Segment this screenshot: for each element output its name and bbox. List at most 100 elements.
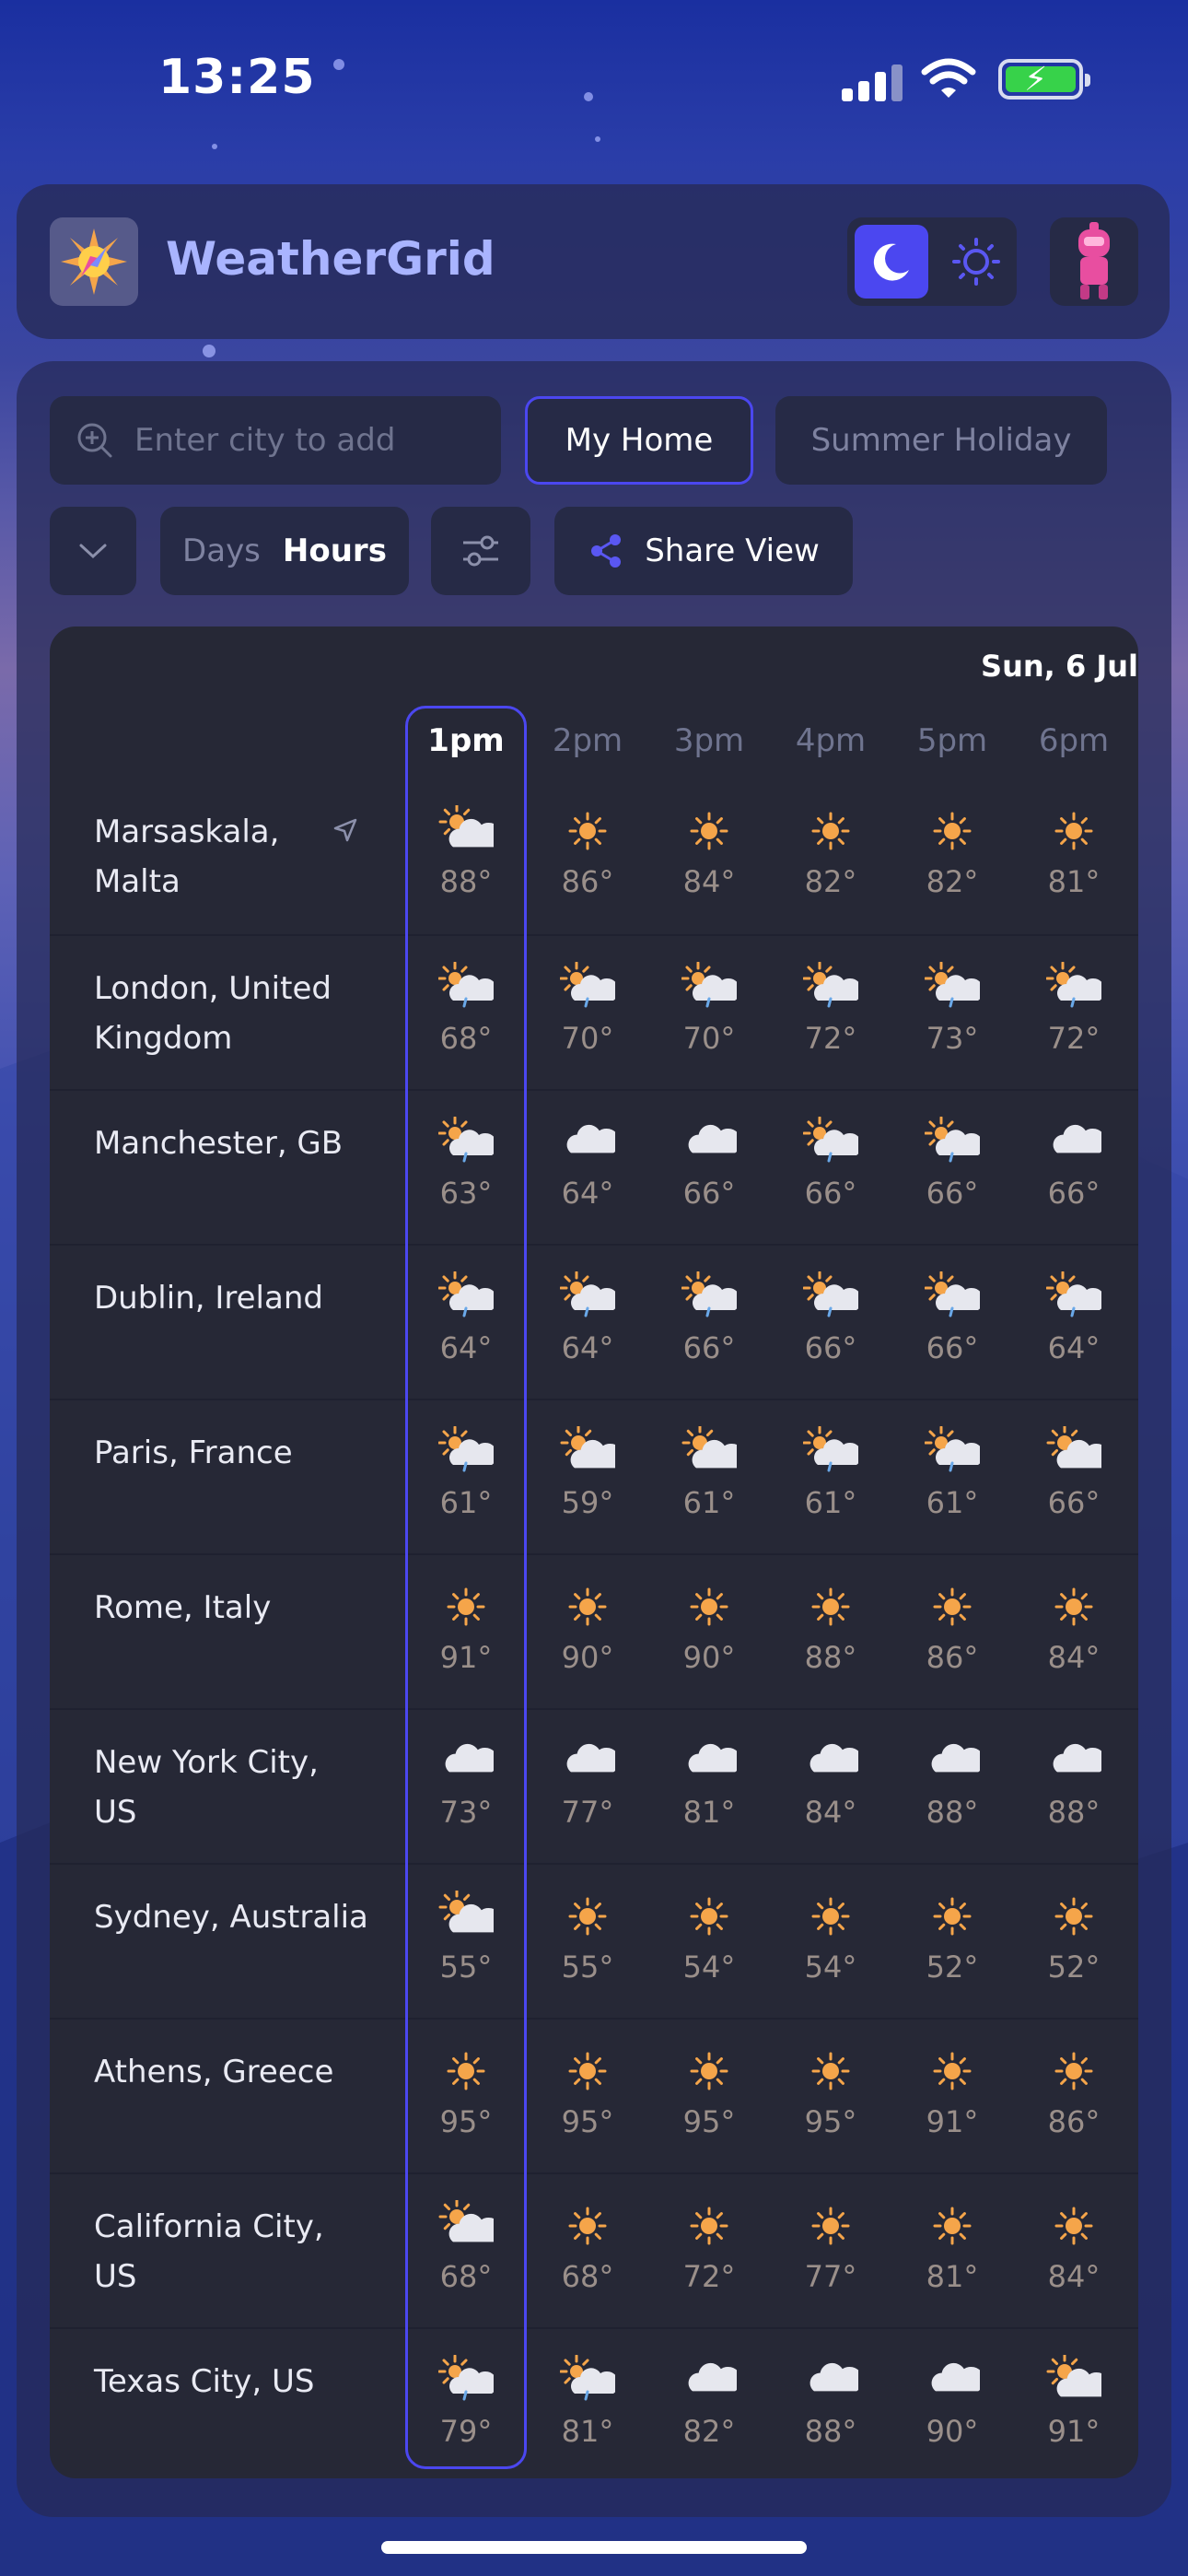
forecast-cell[interactable]: 66° (770, 1271, 891, 1382)
forecast-cell[interactable]: 79° (405, 2355, 527, 2465)
forecast-cell[interactable]: 81° (527, 2355, 648, 2465)
city-row[interactable]: Marsaskala, Malta 88° 86° 84° 82° 82° 81° (50, 779, 1138, 934)
forecast-cell[interactable]: 95° (405, 2045, 527, 2156)
forecast-cell[interactable]: 66° (648, 1271, 770, 1382)
forecast-cell[interactable]: 66° (891, 1117, 1013, 1227)
forecast-cell[interactable]: 64° (527, 1271, 648, 1382)
city-row[interactable]: California City, US 68° 68° 72° 77° 81° 84° (50, 2172, 1138, 2327)
forecast-cell[interactable]: 68° (405, 2200, 527, 2311)
forecast-cell[interactable]: 64° (527, 1117, 648, 1227)
city-row[interactable]: Dublin, Ireland 64° 64° 66° 66° 66° 64° (50, 1244, 1138, 1399)
forecast-cell[interactable]: 61° (405, 1426, 527, 1537)
sun-rain-icon (891, 1271, 1013, 1323)
hours-option[interactable]: Hours (283, 533, 387, 569)
forecast-cell[interactable]: 61° (891, 1426, 1013, 1537)
hour-header-2pm[interactable]: 2pm (527, 722, 648, 759)
forecast-cell[interactable]: 84° (1013, 2200, 1135, 2311)
forecast-cell[interactable]: 90° (527, 1581, 648, 1692)
forecast-cell[interactable]: 59° (527, 1426, 648, 1537)
city-row[interactable]: Manchester, GB 63° 64° 66° 66° 66° 66° (50, 1089, 1138, 1244)
forecast-cell[interactable]: 66° (1013, 1117, 1135, 1227)
hour-header-6pm[interactable]: 6pm (1013, 722, 1135, 759)
forecast-cell[interactable]: 73° (891, 962, 1013, 1072)
hour-header-4pm[interactable]: 4pm (770, 722, 891, 759)
forecast-cell[interactable]: 95° (527, 2045, 648, 2156)
forecast-cell[interactable]: 90° (891, 2355, 1013, 2465)
days-option[interactable]: Days (182, 533, 261, 569)
forecast-cell[interactable]: 64° (1013, 1271, 1135, 1382)
forecast-cell[interactable]: 88° (770, 1581, 891, 1692)
forecast-cell[interactable]: 90° (648, 1581, 770, 1692)
forecast-cell[interactable]: 66° (891, 1271, 1013, 1382)
light-mode-button[interactable] (943, 225, 1009, 299)
view-tab-my-home[interactable]: My Home (525, 396, 753, 485)
forecast-cell[interactable]: 54° (770, 1891, 891, 2001)
share-view-button[interactable]: Share View (554, 507, 853, 595)
forecast-cell[interactable]: 66° (1013, 1426, 1135, 1537)
forecast-cell[interactable]: 86° (527, 805, 648, 916)
forecast-cell[interactable]: 70° (648, 962, 770, 1072)
dark-mode-button[interactable] (855, 225, 928, 299)
forecast-cell[interactable]: 88° (405, 805, 527, 916)
city-search-input[interactable]: Enter city to add (50, 396, 501, 485)
forecast-cell[interactable]: 72° (1013, 962, 1135, 1072)
theme-toggle[interactable] (847, 217, 1017, 306)
city-row[interactable]: New York City, US 73° 77° 81° 84° 88° 88° (50, 1708, 1138, 1863)
forecast-cell[interactable]: 63° (405, 1117, 527, 1227)
city-row[interactable]: Athens, Greece 95° 95° 95° 95° 91° 86° (50, 2018, 1138, 2172)
collapse-button[interactable] (50, 507, 136, 595)
forecast-cell[interactable]: 88° (770, 2355, 891, 2465)
forecast-cell[interactable]: 91° (405, 1581, 527, 1692)
forecast-cell[interactable]: 66° (648, 1117, 770, 1227)
city-row[interactable]: Sydney, Australia 55° 55° 54° 54° 52° 52° (50, 1863, 1138, 2018)
forecast-cell[interactable]: 72° (770, 962, 891, 1072)
city-row[interactable]: Paris, France 61° 59° 61° 61° 61° 66° (50, 1399, 1138, 1553)
hour-header-1pm[interactable]: 1pm (405, 722, 527, 759)
forecast-cell[interactable]: 68° (405, 962, 527, 1072)
temperature: 95° (804, 2104, 857, 2139)
forecast-cell[interactable]: 54° (648, 1891, 770, 2001)
forecast-cell[interactable]: 95° (648, 2045, 770, 2156)
forecast-cell[interactable]: 86° (1013, 2045, 1135, 2156)
forecast-cell[interactable]: 81° (891, 2200, 1013, 2311)
forecast-cell[interactable]: 84° (648, 805, 770, 916)
forecast-cell[interactable]: 52° (891, 1891, 1013, 2001)
forecast-cell[interactable]: 88° (891, 1736, 1013, 1846)
forecast-cell[interactable]: 55° (405, 1891, 527, 2001)
forecast-cell[interactable]: 61° (648, 1426, 770, 1537)
city-row[interactable]: London, United Kingdom 68° 70° 70° 72° 73° 72° (50, 934, 1138, 1089)
forecast-cell[interactable]: 77° (527, 1736, 648, 1846)
forecast-cell[interactable]: 68° (527, 2200, 648, 2311)
profile-avatar-button[interactable] (1050, 217, 1138, 306)
forecast-cell[interactable]: 77° (770, 2200, 891, 2311)
city-row[interactable]: Rome, Italy 91° 90° 90° 88° 86° 84° (50, 1553, 1138, 1708)
forecast-cell[interactable]: 82° (770, 805, 891, 916)
share-icon (591, 534, 622, 568)
forecast-cell[interactable]: 55° (527, 1891, 648, 2001)
city-row[interactable]: Texas City, US 79° 81° 82° 88° 90° 91° (50, 2327, 1138, 2478)
forecast-cell[interactable]: 86° (891, 1581, 1013, 1692)
view-tab-summer-holiday[interactable]: Summer Holiday (775, 396, 1107, 485)
forecast-cell[interactable]: 84° (770, 1736, 891, 1846)
days-hours-toggle[interactable]: Days Hours (160, 507, 409, 595)
temperature: 82° (926, 864, 979, 899)
forecast-cell[interactable]: 91° (891, 2045, 1013, 2156)
forecast-cell[interactable]: 66° (770, 1117, 891, 1227)
forecast-cell[interactable]: 81° (1013, 805, 1135, 916)
forecast-cell[interactable]: 81° (648, 1736, 770, 1846)
forecast-cell[interactable]: 91° (1013, 2355, 1135, 2465)
forecast-cell[interactable]: 52° (1013, 1891, 1135, 2001)
forecast-cell[interactable]: 70° (527, 962, 648, 1072)
forecast-cell[interactable]: 72° (648, 2200, 770, 2311)
forecast-cell[interactable]: 64° (405, 1271, 527, 1382)
hour-header-3pm[interactable]: 3pm (648, 722, 770, 759)
forecast-cell[interactable]: 88° (1013, 1736, 1135, 1846)
filter-settings-button[interactable] (431, 507, 530, 595)
forecast-cell[interactable]: 61° (770, 1426, 891, 1537)
forecast-cell[interactable]: 82° (648, 2355, 770, 2465)
forecast-cell[interactable]: 73° (405, 1736, 527, 1846)
forecast-cell[interactable]: 84° (1013, 1581, 1135, 1692)
hour-header-5pm[interactable]: 5pm (891, 722, 1013, 759)
forecast-cell[interactable]: 95° (770, 2045, 891, 2156)
forecast-cell[interactable]: 82° (891, 805, 1013, 916)
